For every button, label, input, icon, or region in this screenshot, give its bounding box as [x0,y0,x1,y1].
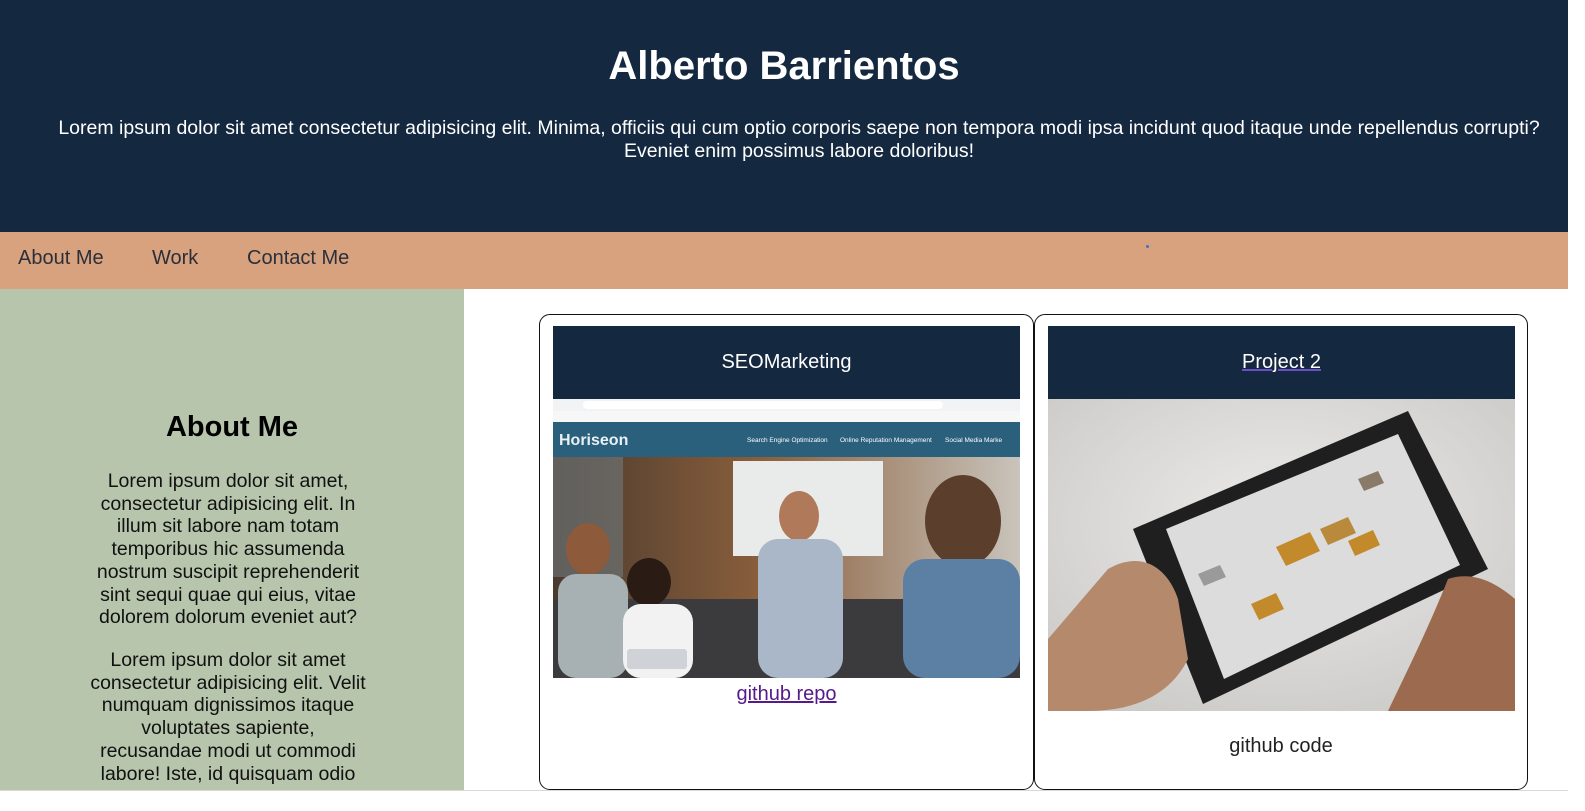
about-me-section: About Me Lorem ipsum dolor sit amet, con… [0,289,464,790]
horiseon-brand-text: Horiseon [559,432,628,449]
github-repo-link[interactable]: github repo [540,683,1033,706]
project-card-project-2: Project 2 github code [1034,314,1528,790]
github-code-label[interactable]: github code [1035,735,1527,758]
horiseon-nav-1: Search Engine Optimization [747,437,828,444]
about-paragraph-2: Lorem ipsum dolor sit amet consectetur a… [90,649,366,785]
project-image-tablet [1048,399,1515,711]
horiseon-nav-3: Social Media Marke [945,437,1002,444]
about-paragraph-1: Lorem ipsum dolor sit amet, consectetur … [96,470,360,629]
horiseon-nav-2: Online Reputation Management [840,437,932,444]
bottom-divider [0,790,1568,791]
project-card-title: SEOMarketing [553,326,1020,399]
about-me-heading: About Me [165,411,299,443]
main-nav: About Me Work Contact Me [0,232,1568,289]
nav-dot [1146,245,1149,248]
nav-link-contact-me[interactable]: Contact Me [247,247,349,270]
page-header: Alberto Barrientos Lorem ipsum dolor sit… [0,0,1568,232]
project-card-title[interactable]: Project 2 [1048,326,1515,399]
project-screenshot-seomarketing: Horiseon Search Engine Optimization Onli… [553,399,1020,678]
site-title: Alberto Barrientos [608,44,960,88]
project-card-seomarketing: SEOMarketing Horiseon Search Engine Opti… [539,314,1034,790]
nav-link-work[interactable]: Work [152,247,198,270]
site-tagline: Lorem ipsum dolor sit amet consectetur a… [58,117,1540,162]
nav-link-about-me[interactable]: About Me [18,247,104,270]
